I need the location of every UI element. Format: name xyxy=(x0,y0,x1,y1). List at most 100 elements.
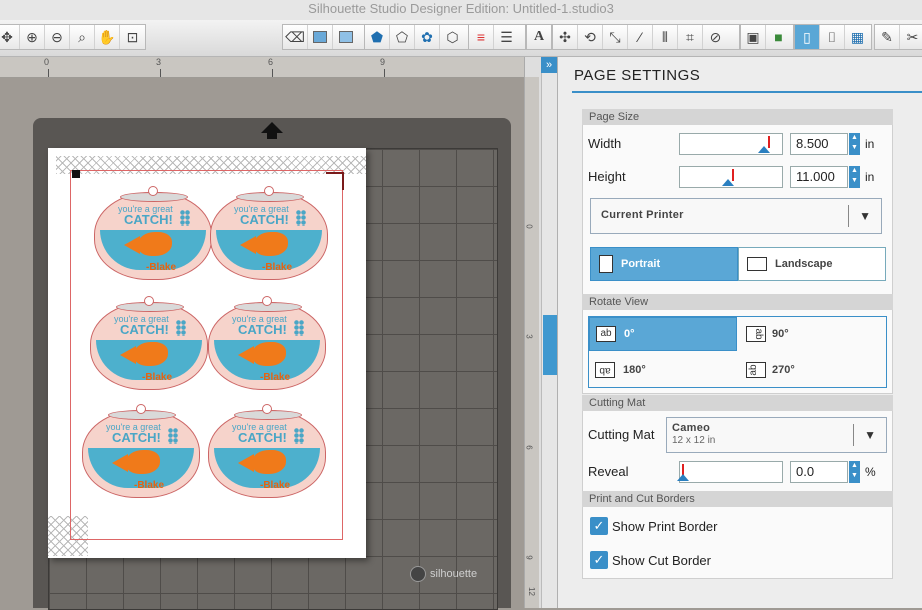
print-border-checkbox[interactable]: ✓ xyxy=(590,517,608,535)
card-line2: CATCH! xyxy=(120,322,169,337)
width-field[interactable]: 8.500 xyxy=(790,133,848,155)
fishbowl-card[interactable]: you're a great CATCH! -Blake xyxy=(90,296,208,392)
shape-toolgroup: ⬟ ⬠ ✿ ⬡ xyxy=(364,24,470,50)
card-line2: CATCH! xyxy=(238,430,287,445)
rotate-icon[interactable]: ⟲ xyxy=(578,25,603,49)
chevron-down-icon: ▼ xyxy=(864,428,876,442)
reveal-field[interactable]: 0.0 xyxy=(790,461,848,483)
fishbowl-card[interactable]: you're a great CATCH! -Blake xyxy=(208,404,326,500)
section-header-rotate-view: Rotate View xyxy=(582,294,893,310)
card-signature: -Blake xyxy=(134,480,165,491)
zoom-toolgroup: ✥ ⊕ ⊖ ⌕ ✋ ⊡ xyxy=(0,24,146,50)
height-stepper[interactable]: ▲ ▼ xyxy=(849,166,860,188)
zoom-in-icon[interactable]: ⊕ xyxy=(20,25,45,49)
fill-icon[interactable] xyxy=(308,25,333,49)
ruler-label: 9 xyxy=(380,57,386,67)
text-icon[interactable]: A xyxy=(527,25,551,49)
chevron-down-icon: ▼ xyxy=(859,209,871,223)
zoom-out-icon[interactable]: ⊖ xyxy=(45,25,70,49)
text-toolgroup: A xyxy=(526,24,552,50)
height-field[interactable]: 11.000 xyxy=(790,166,848,188)
ruler-label: 6 xyxy=(524,445,534,450)
fishbowl-card[interactable]: you're a great CATCH! -Blake xyxy=(210,186,328,282)
blob-icon[interactable]: ⬡ xyxy=(440,25,465,49)
goldfish-icon xyxy=(134,342,168,366)
cutting-mat-value: Cameo xyxy=(672,422,711,434)
cutting-mat-dropdown[interactable]: Cameo 12 x 12 in ▼ xyxy=(666,417,887,453)
shape-fill-icon[interactable]: ⬟ xyxy=(365,25,390,49)
scrollbar-thumb[interactable] xyxy=(543,315,557,375)
rotate-0-label: 0° xyxy=(624,328,635,340)
rotate-90-label: 90° xyxy=(772,328,789,340)
brand-label: silhouette xyxy=(430,568,478,580)
grid-icon[interactable]: ▦ xyxy=(845,25,870,49)
card-signature: -Blake xyxy=(262,262,293,273)
eraser-icon[interactable]: ⌫ xyxy=(283,25,308,49)
ruler-label: 3 xyxy=(156,57,162,67)
library-icon[interactable]: ✎ xyxy=(875,25,900,49)
rotate-270-label: 270° xyxy=(772,364,795,376)
knife-icon[interactable]: ⌗ xyxy=(678,25,703,49)
send-to-cutter-icon[interactable]: ✂ xyxy=(900,25,922,49)
media-dropdown[interactable]: Current Printer ▼ xyxy=(590,198,882,234)
fishbowl-card[interactable]: you're a great CATCH! -Blake xyxy=(94,186,212,282)
offset-icon[interactable]: ⁄ xyxy=(628,25,653,49)
replicate-icon[interactable]: ✣ xyxy=(553,25,578,49)
page-settings-icon[interactable]: ▯ xyxy=(795,25,820,49)
landscape-button[interactable]: Landscape xyxy=(738,247,886,281)
rotate-180-label: 180° xyxy=(623,364,646,376)
section-header-cutting-mat: Cutting Mat xyxy=(582,395,893,411)
landscape-icon xyxy=(747,257,767,271)
send-toolgroup: ✎ ✂ xyxy=(874,24,922,50)
registration-icon[interactable]: ⊘ xyxy=(703,25,728,49)
card-line2: CATCH! xyxy=(238,322,287,337)
design-store-icon[interactable]: ■ xyxy=(766,25,791,49)
portrait-button[interactable]: Portrait xyxy=(590,247,738,281)
width-slider[interactable] xyxy=(679,133,783,155)
polygon-icon[interactable]: ⬠ xyxy=(390,25,415,49)
line-color-icon[interactable]: ≡ xyxy=(469,25,494,49)
card-signature: -Blake xyxy=(146,262,177,273)
width-label: Width xyxy=(588,136,622,151)
fishbowl-card[interactable]: you're a great CATCH! -Blake xyxy=(208,296,326,392)
horizontal-ruler: 0 3 6 9 xyxy=(0,57,524,78)
fit-to-page-icon[interactable]: ⊡ xyxy=(120,25,145,49)
pattern-icon[interactable] xyxy=(333,25,358,49)
ruler-label: 3 xyxy=(524,334,534,339)
cut-border-checkbox[interactable]: ✓ xyxy=(590,551,608,569)
vertical-scrollbar[interactable] xyxy=(541,57,558,608)
width-stepper[interactable]: ▲ ▼ xyxy=(849,133,860,155)
panel-toolgroup: ▯ ⌷ ▦ xyxy=(794,24,872,50)
card-line2: CATCH! xyxy=(112,430,161,445)
rotate-270-button[interactable]: ab 270° xyxy=(742,353,882,387)
align-icon[interactable]: ⫴ xyxy=(653,25,678,49)
toolbar: ✥ ⊕ ⊖ ⌕ ✋ ⊡ ⌫ ⬟ ⬠ ✿ ⬡ ≡ ☰ A ✣ ⟲ ⤡ ⁄ ⫴ ⌗ … xyxy=(0,20,922,57)
rotate-180-button[interactable]: ab 180° xyxy=(589,353,737,387)
rotate-90-button[interactable]: ab 90° xyxy=(742,317,882,351)
cut-border-label: Show Cut Border xyxy=(612,553,711,568)
width-unit: in xyxy=(865,137,875,151)
rotate-0-button[interactable]: ab 0° xyxy=(589,317,737,351)
reveal-slider[interactable] xyxy=(677,461,783,483)
goldfish-icon xyxy=(252,342,286,366)
move-icon[interactable]: ✥ xyxy=(0,25,20,49)
reveal-stepper[interactable]: ▲ ▼ xyxy=(849,461,860,483)
fishbowl-card[interactable]: you're a great CATCH! -Blake xyxy=(82,404,200,500)
zoom-select-icon[interactable]: ⌕ xyxy=(70,25,95,49)
portrait-icon xyxy=(599,255,613,273)
collapse-panel-button[interactable]: » xyxy=(541,57,557,73)
line-toolgroup: ≡ ☰ xyxy=(468,24,526,50)
line-style-icon[interactable]: ☰ xyxy=(494,25,519,49)
scale-icon[interactable]: ⤡ xyxy=(603,25,628,49)
media-dropdown-value: Current Printer xyxy=(601,209,684,221)
rotate-0-icon: ab xyxy=(596,326,616,342)
pan-icon[interactable]: ✋ xyxy=(95,25,120,49)
goldfish-icon xyxy=(138,232,172,256)
portrait-label: Portrait xyxy=(621,258,661,270)
store-icon[interactable]: ▣ xyxy=(741,25,766,49)
height-slider[interactable] xyxy=(679,166,783,188)
star-icon[interactable]: ✿ xyxy=(415,25,440,49)
cut-settings-icon[interactable]: ⌷ xyxy=(820,25,845,49)
height-label: Height xyxy=(588,169,626,184)
goldfish-icon xyxy=(254,232,288,256)
